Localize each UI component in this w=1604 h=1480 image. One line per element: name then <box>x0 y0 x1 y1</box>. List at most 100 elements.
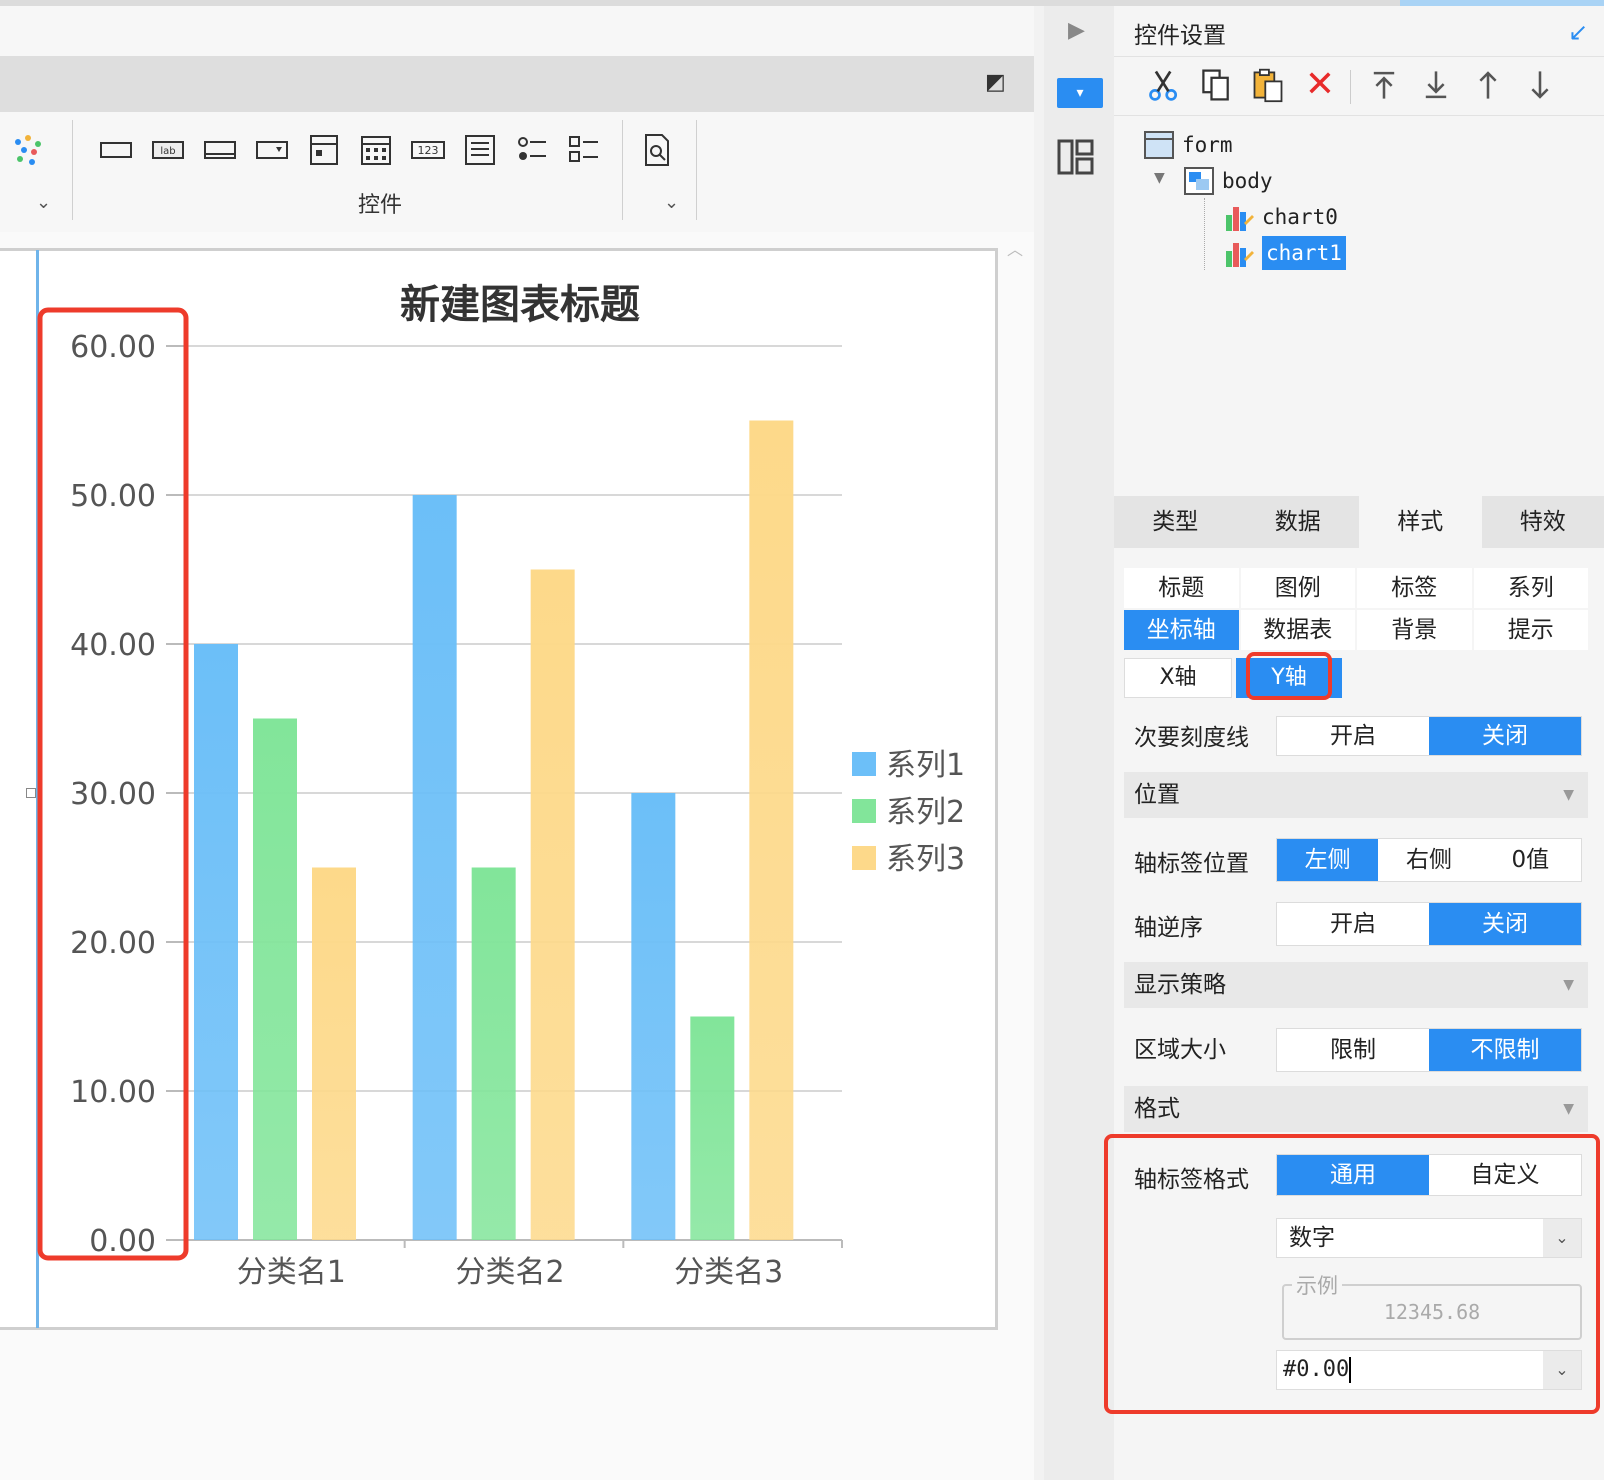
subtab-datatable[interactable]: 数据表 <box>1240 610 1355 650</box>
input-control-icon[interactable] <box>200 130 240 170</box>
axis-reverse-label: 轴逆序 <box>1134 915 1203 941</box>
textbox-control-icon[interactable] <box>96 130 136 170</box>
panel-control-icon[interactable] <box>304 130 344 170</box>
section-caret-icon: ▼ <box>1563 787 1574 803</box>
label-position-right[interactable]: 右侧 <box>1378 839 1479 881</box>
section-strategy[interactable]: 显示策略 ▼ <box>1124 962 1588 1008</box>
layout-icon[interactable] <box>1057 138 1095 176</box>
cut-icon[interactable] <box>1144 60 1184 110</box>
area-size-unlimited[interactable]: 不限制 <box>1429 1029 1581 1071</box>
tree-node-form[interactable]: form <box>1144 128 1233 162</box>
move-bottom-icon[interactable] <box>1416 60 1456 110</box>
bar-2-2[interactable] <box>471 867 516 1241</box>
section-caret-icon: ▼ <box>1563 1101 1574 1117</box>
bar-3-1[interactable] <box>312 867 356 1241</box>
tree-node-chart0[interactable]: chart0 <box>1224 200 1338 234</box>
move-down-icon[interactable] <box>1520 60 1560 110</box>
bar-1-1[interactable] <box>194 644 238 1240</box>
bar-chart[interactable]: 新建图表标题 0.00 10.00 20.00 30.00 40.00 50.00 60.0… <box>0 248 998 1330</box>
ribbon-separator <box>72 120 73 220</box>
y-tick-label: 30.00 <box>70 777 156 812</box>
tab-style[interactable]: 样式 <box>1359 496 1482 548</box>
scroll-up-icon[interactable]: ︿ <box>1003 236 1027 260</box>
section-position-label: 位置 <box>1134 782 1180 808</box>
subtab-axis[interactable]: 坐标轴 <box>1124 610 1239 650</box>
y-tick-label: 40.00 <box>70 628 156 663</box>
ribbon-group-chevron-icon[interactable]: ⌄ <box>664 192 679 213</box>
tab-effects[interactable]: 特效 <box>1482 496 1604 548</box>
ribbon-separator <box>622 120 623 220</box>
paste-icon[interactable] <box>1248 60 1288 110</box>
ribbon-group-label: 控件 <box>357 193 402 218</box>
move-up-icon[interactable] <box>1468 60 1508 110</box>
dropdown-control-icon[interactable] <box>252 130 292 170</box>
subtab-title[interactable]: 标题 <box>1124 568 1239 608</box>
axis-reverse-on[interactable]: 开启 <box>1277 903 1429 945</box>
label-control-icon[interactable]: lab <box>148 130 188 170</box>
bar-1-3[interactable] <box>631 793 676 1240</box>
bar-2-3[interactable] <box>690 1016 735 1241</box>
bar-1-2[interactable] <box>412 495 457 1240</box>
subtab-labels[interactable]: 标签 <box>1357 568 1472 608</box>
ribbon-bar <box>0 56 1034 112</box>
x-axis-labels: 分类名1 分类名2 分类名3 <box>237 1255 783 1290</box>
textarea-control-icon[interactable] <box>460 130 500 170</box>
component-settings-button[interactable]: ▾ <box>1057 78 1103 108</box>
subtab-series[interactable]: 系列 <box>1473 568 1588 608</box>
delete-icon[interactable]: ✕ <box>1300 60 1340 110</box>
minor-tick-off[interactable]: 关闭 <box>1429 717 1581 755</box>
x-tick-label: 分类名3 <box>674 1255 783 1290</box>
x-tick-label: 分类名1 <box>237 1255 346 1290</box>
ribbon-menu-icon[interactable]: ◩ <box>985 70 1015 100</box>
pin-icon[interactable]: ↙ <box>1568 18 1588 46</box>
bar-2-1[interactable] <box>253 718 297 1241</box>
copy-icon[interactable] <box>1196 60 1236 110</box>
checkbox-group-icon[interactable] <box>564 130 604 170</box>
label-position-zero[interactable]: 0值 <box>1480 839 1581 881</box>
settings-tabs: 类型 数据 样式 特效 <box>1114 496 1604 548</box>
collapse-arrow-icon[interactable]: ▶ <box>1068 18 1085 43</box>
chart-node-icon <box>1226 207 1254 231</box>
tab-type[interactable]: 类型 <box>1114 496 1237 548</box>
legend-swatch <box>852 752 876 776</box>
number-control-icon[interactable]: 123 <box>408 130 448 170</box>
calendar-control-icon[interactable] <box>356 130 396 170</box>
tab-data[interactable]: 数据 <box>1237 496 1360 548</box>
axis-reverse-off[interactable]: 关闭 <box>1429 903 1581 945</box>
svg-text:123: 123 <box>418 144 439 157</box>
legend-swatch <box>852 846 876 870</box>
palette-chevron-icon[interactable]: ⌄ <box>36 192 51 213</box>
radio-group-icon[interactable] <box>512 130 552 170</box>
subtab-background[interactable]: 背景 <box>1357 610 1472 650</box>
toolbar-separator <box>1350 70 1351 104</box>
panel-title: 控件设置 <box>1134 23 1226 49</box>
palette-icon[interactable] <box>8 130 48 170</box>
chart-node-icon <box>1226 243 1254 267</box>
tree-label-form: form <box>1182 133 1233 157</box>
bar-3-3[interactable] <box>749 420 794 1241</box>
area-size-limit[interactable]: 限制 <box>1277 1029 1429 1071</box>
bar-3-2[interactable] <box>530 569 575 1241</box>
preview-icon[interactable] <box>636 130 676 170</box>
x-tick-label: 分类名2 <box>455 1255 564 1290</box>
move-top-icon[interactable] <box>1364 60 1404 110</box>
y-tick-label: 20.00 <box>70 926 156 961</box>
legend-label: 系列3 <box>886 842 965 877</box>
section-position[interactable]: 位置 ▼ <box>1124 772 1588 818</box>
axis-tab-x[interactable]: X轴 <box>1124 658 1232 698</box>
svg-text:lab: lab <box>160 146 175 157</box>
subtab-legend[interactable]: 图例 <box>1240 568 1355 608</box>
ribbon-separator <box>696 120 697 220</box>
y-tab-highlight-box <box>1246 652 1332 700</box>
y-tick-label: 60.00 <box>70 330 156 365</box>
subtab-tooltip[interactable]: 提示 <box>1473 610 1588 650</box>
minor-tick-on[interactable]: 开启 <box>1277 717 1429 755</box>
tree-node-body[interactable]: body <box>1184 164 1273 198</box>
section-caret-icon: ▼ <box>1563 977 1574 993</box>
section-format[interactable]: 格式 ▼ <box>1124 1086 1588 1132</box>
y-tick-label: 10.00 <box>70 1075 156 1110</box>
tree-node-chart1[interactable]: chart1 <box>1224 236 1346 270</box>
tree-expand-icon[interactable]: ▼ <box>1154 170 1165 186</box>
label-position-label: 轴标签位置 <box>1134 851 1249 877</box>
label-position-left[interactable]: 左侧 <box>1277 839 1379 881</box>
